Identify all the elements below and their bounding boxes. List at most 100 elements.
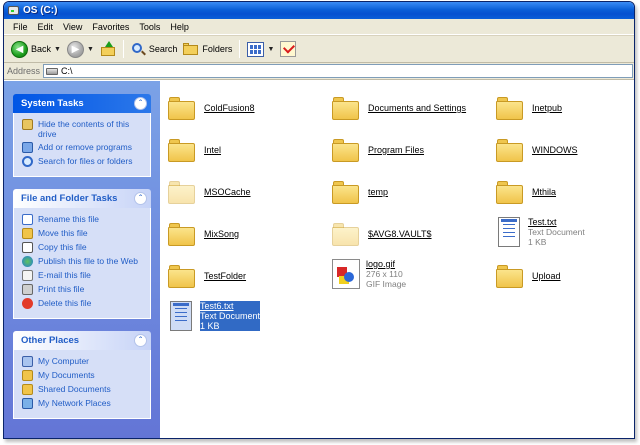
content-area: System Tasks ˆ Hide the contents of this… [4,81,634,438]
menu-file[interactable]: File [8,22,33,32]
item-name: Documents and Settings [368,103,467,113]
folder-item[interactable]: Program Files [332,137,424,163]
place-my-documents[interactable]: My Documents [22,370,144,381]
folder-item[interactable]: Intel [168,137,221,163]
item-name: Inetpub [532,103,563,113]
add-remove-programs-icon [22,142,33,153]
collapse-chevron-icon[interactable]: ˆ [134,192,147,205]
item-name: MixSong [204,229,240,239]
forward-dropdown-icon[interactable]: ▼ [87,46,94,53]
file-folder-tasks-title: File and Folder Tasks [21,193,118,204]
item-name: MSOCache [204,187,251,197]
menu-view[interactable]: View [58,22,87,32]
other-places-header[interactable]: Other Places ˆ [13,331,151,350]
sync-icon [280,41,297,57]
rename-icon [22,214,33,225]
folder-icon [332,221,360,247]
folder-icon [496,137,524,163]
file-item[interactable]: logo.gif 276 x 110 GIF Image [332,259,406,289]
window-title: OS (C:) [23,5,58,16]
file-item-selected[interactable]: Test6.txt Text Document 1 KB [170,301,261,331]
title-bar[interactable]: OS (C:) [4,2,634,19]
folder-item[interactable]: Mthila [496,179,556,205]
file-details: Test6.txt Text Document 1 KB [200,301,261,331]
item-kind: Text Document [528,227,585,237]
address-label: Address [7,66,41,76]
up-button[interactable] [97,38,119,60]
folders-icon [183,42,199,56]
folder-item[interactable]: ColdFusion8 [168,95,255,121]
file-folder-tasks-header[interactable]: File and Folder Tasks ˆ [13,189,151,208]
views-button[interactable]: ▼ [244,38,277,60]
file-item[interactable]: Test.txt Text Document 1 KB [498,217,585,247]
menu-tools[interactable]: Tools [134,22,165,32]
text-document-icon [498,217,520,247]
place-label: My Network Places [38,398,111,408]
item-name: Upload [532,271,561,281]
task-rename-file[interactable]: Rename this file [22,214,144,225]
folder-item[interactable]: temp [332,179,388,205]
folder-icon [496,179,524,205]
folder-item[interactable]: Documents and Settings [332,95,466,121]
task-label: Search for files or folders [38,156,133,166]
menu-help[interactable]: Help [165,22,194,32]
toolbar-separator [122,40,124,58]
task-email-file[interactable]: E-mail this file [22,270,144,281]
task-copy-file[interactable]: Copy this file [22,242,144,253]
task-delete-file[interactable]: Delete this file [22,298,144,309]
shared-documents-icon [22,384,33,395]
address-value: C:\ [61,66,73,76]
task-search-files[interactable]: Search for files or folders [22,156,144,167]
back-arrow-icon: ◀ [11,40,28,58]
toolbar-separator [239,40,241,58]
task-print-file[interactable]: Print this file [22,284,144,295]
my-computer-icon [22,356,33,367]
place-label: Shared Documents [38,384,111,394]
system-tasks-header[interactable]: System Tasks ˆ [13,94,151,113]
folder-icon [332,95,360,121]
item-dimensions: 276 x 110 [366,269,403,279]
folder-item[interactable]: $AVG8.VAULT$ [332,221,432,247]
forward-arrow-icon: ▶ [66,40,84,58]
back-button[interactable]: ◀ Back ▼ [8,38,64,60]
explorer-window: OS (C:) File Edit View Favorites Tools H… [3,1,635,439]
file-view: ColdFusion8 Documents and Settings Inetp… [160,81,634,438]
task-label: Hide the contents of this drive [38,119,130,139]
file-details: Test.txt Text Document 1 KB [528,217,585,247]
task-publish-web[interactable]: Publish this file to the Web [22,256,144,267]
task-move-file[interactable]: Move this file [22,228,144,239]
task-label: Add or remove programs [38,142,133,152]
place-shared-documents[interactable]: Shared Documents [22,384,144,395]
folder-item[interactable]: TestFolder [168,263,246,289]
item-name: logo.gif [366,259,396,269]
file-details: logo.gif 276 x 110 GIF Image [366,259,406,289]
folder-item[interactable]: WINDOWS [496,137,578,163]
address-field[interactable]: C:\ [43,64,633,78]
folder-item[interactable]: MixSong [168,221,239,247]
menu-favorites[interactable]: Favorites [87,22,134,32]
delete-icon [22,298,33,309]
task-label: Publish this file to the Web [38,256,139,266]
search-button[interactable]: Search [128,38,181,60]
sync-button[interactable] [277,38,299,60]
folder-item[interactable]: MSOCache [168,179,251,205]
folder-icon [168,179,196,205]
task-hide-contents[interactable]: Hide the contents of this drive [22,119,144,139]
place-network-places[interactable]: My Network Places [22,398,144,409]
folder-item[interactable]: Upload [496,263,561,289]
menu-edit[interactable]: Edit [33,22,59,32]
item-name: Test6.txt [200,301,261,311]
toolbar: ◀ Back ▼ ▶ ▼ Search Folders ▼ [4,35,634,63]
collapse-chevron-icon[interactable]: ˆ [134,97,147,110]
task-add-remove-programs[interactable]: Add or remove programs [22,142,144,153]
views-dropdown-icon[interactable]: ▼ [267,46,274,53]
place-my-computer[interactable]: My Computer [22,356,144,367]
forward-button[interactable]: ▶ ▼ [64,38,97,60]
task-label: E-mail this file [38,270,91,280]
back-dropdown-icon[interactable]: ▼ [54,46,61,53]
folder-item[interactable]: Inetpub [496,95,562,121]
folders-button[interactable]: Folders [180,38,235,60]
my-documents-icon [22,370,33,381]
folder-icon [332,137,360,163]
collapse-chevron-icon[interactable]: ˆ [134,334,147,347]
